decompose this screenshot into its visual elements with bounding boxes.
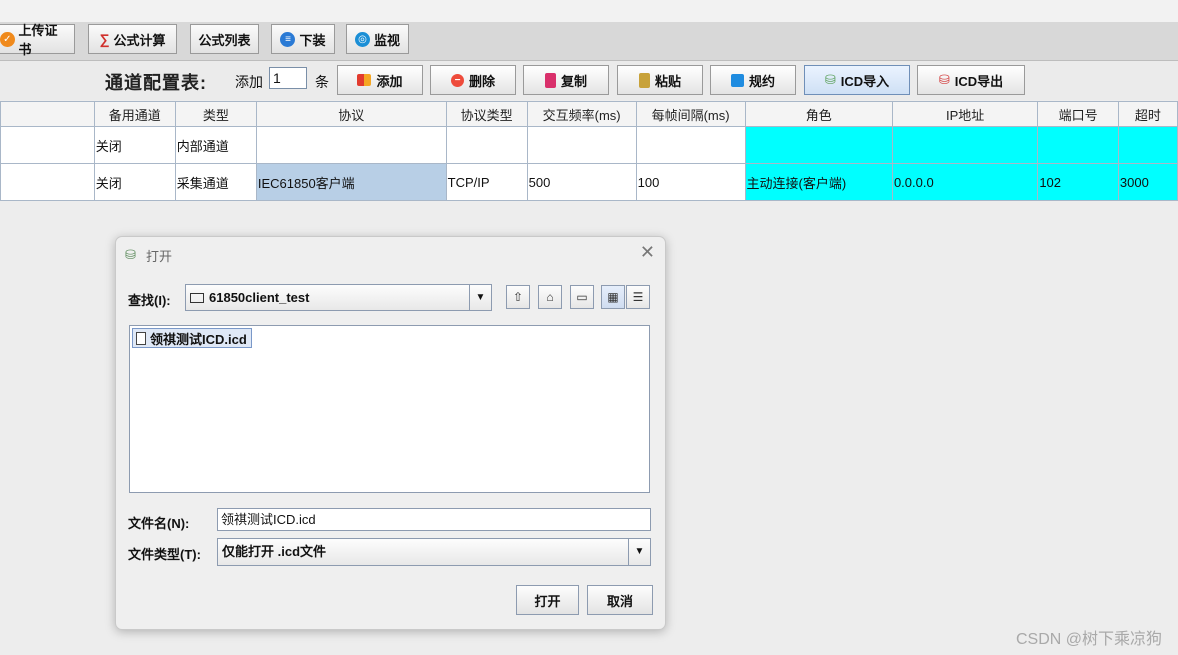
header-cell[interactable]: 角色 xyxy=(744,101,893,127)
channel-table: 备用通道 类型 协议 协议类型 交互频率(ms) 每帧间隔(ms) 角色 IP地… xyxy=(0,101,1178,201)
add-count-input[interactable]: 1 xyxy=(269,67,307,89)
up-folder-button[interactable]: ⇧ xyxy=(506,285,530,309)
table-cell[interactable]: 100 xyxy=(635,163,746,201)
folder-icon xyxy=(190,292,204,303)
cancel-button[interactable]: 取消 xyxy=(587,585,653,615)
channel-config-toolbar: 通道配置表: 添加 1 条 添加 − 删除 复制 粘贴 规约 ⛁ ICD导入 ⛁… xyxy=(0,61,1178,100)
table-cell[interactable] xyxy=(0,126,95,164)
table-cell[interactable]: 采集通道 xyxy=(174,163,257,201)
delete-icon: − xyxy=(450,73,464,87)
copy-button[interactable]: 复制 xyxy=(523,65,609,95)
table-row[interactable]: 关闭 内部通道 xyxy=(0,126,1178,164)
table-cell[interactable] xyxy=(445,126,528,164)
details-view-button[interactable]: ☰ xyxy=(626,285,650,309)
lookin-label: 查找(I): xyxy=(128,293,171,308)
file-icon xyxy=(136,331,146,345)
upload-icon: ✓ xyxy=(0,31,15,47)
monitor-icon: ◎ xyxy=(354,31,370,47)
main-toolbar: ✓ 上传证书 ∑ 公式计算 公式列表 ≡ 下装 ◎ 监视 xyxy=(0,22,1178,61)
window-top-strip xyxy=(0,0,1178,23)
filename-label: 文件名(N): xyxy=(128,516,190,531)
table-cell[interactable] xyxy=(891,126,1039,164)
table-cell[interactable]: 3000 xyxy=(1117,163,1178,201)
list-view-button[interactable]: ▦ xyxy=(601,285,625,309)
close-icon[interactable]: ✕ xyxy=(640,242,655,263)
home-button[interactable]: ⌂ xyxy=(538,285,562,309)
filename-input[interactable]: 领祺测试ICD.icd xyxy=(217,508,651,531)
home-icon: ⌂ xyxy=(546,290,554,304)
lookin-combobox[interactable]: 61850client_test ▼ xyxy=(185,284,492,311)
add-unit-label: 条 xyxy=(315,74,329,90)
up-folder-icon: ⇧ xyxy=(512,290,524,304)
dialog-app-icon: ⛁ xyxy=(125,247,136,262)
copy-icon xyxy=(544,72,556,88)
header-cell[interactable]: 备用通道 xyxy=(93,101,176,127)
table-cell-selected[interactable]: IEC61850客户端 xyxy=(255,163,447,201)
header-cell[interactable]: 每帧间隔(ms) xyxy=(635,101,746,127)
table-cell[interactable]: 主动连接(客户端) xyxy=(744,163,893,201)
formula-list-button[interactable]: 公式列表 xyxy=(190,24,259,54)
config-title: 通道配置表: xyxy=(105,73,207,93)
icd-import-button[interactable]: ⛁ ICD导入 xyxy=(804,65,910,95)
protocol-icon xyxy=(730,73,744,87)
delete-button[interactable]: − 删除 xyxy=(430,65,516,95)
sigma-icon: ∑ xyxy=(99,31,110,47)
chevron-down-icon[interactable]: ▼ xyxy=(469,285,491,310)
export-icon: ⛁ xyxy=(938,72,950,87)
table-cell[interactable] xyxy=(526,126,637,164)
details-view-icon: ☰ xyxy=(632,290,644,304)
protocol-button[interactable]: 规约 xyxy=(710,65,796,95)
paste-button[interactable]: 粘贴 xyxy=(617,65,703,95)
header-cell-blank xyxy=(0,101,95,127)
watermark: CSDN @树下乘凉狗 xyxy=(1015,631,1162,648)
monitor-button[interactable]: ◎ 监视 xyxy=(346,24,409,54)
list-view-icon: ▦ xyxy=(607,290,619,304)
table-cell[interactable] xyxy=(1117,126,1178,164)
header-cell[interactable]: 类型 xyxy=(174,101,257,127)
download-button[interactable]: ≡ 下装 xyxy=(271,24,335,54)
chevron-down-icon[interactable]: ▼ xyxy=(628,539,650,565)
table-cell[interactable] xyxy=(1037,126,1119,164)
table-cell[interactable]: 关闭 xyxy=(93,163,176,201)
table-cell[interactable]: 102 xyxy=(1037,163,1119,201)
header-cell[interactable]: IP地址 xyxy=(891,101,1039,127)
table-cell[interactable]: 内部通道 xyxy=(174,126,257,164)
filetype-label: 文件类型(T): xyxy=(128,547,201,562)
filetype-combobox[interactable]: 仅能打开 .icd文件 ▼ xyxy=(217,538,651,566)
list-item[interactable]: 领祺测试ICD.icd xyxy=(132,328,252,348)
table-cell[interactable]: 关闭 xyxy=(93,126,176,164)
open-file-dialog: ⛁ 打开 ✕ 查找(I): 61850client_test ▼ ⇧ ⌂ ▭ ▦… xyxy=(115,236,666,630)
table-cell[interactable]: 0.0.0.0 xyxy=(891,163,1039,201)
table-row[interactable]: 关闭 采集通道 IEC61850客户端 TCP/IP 500 100 主动连接(… xyxy=(0,163,1178,201)
table-cell[interactable] xyxy=(0,163,95,201)
header-cell[interactable]: 协议 xyxy=(255,101,447,127)
header-cell[interactable]: 超时 xyxy=(1117,101,1178,127)
table-cell[interactable]: TCP/IP xyxy=(445,163,528,201)
icd-export-button[interactable]: ⛁ ICD导出 xyxy=(917,65,1025,95)
list-icon: ≡ xyxy=(280,31,296,47)
add-prefix-label: 添加 xyxy=(235,74,263,90)
import-icon: ⛁ xyxy=(824,72,836,87)
table-cell[interactable] xyxy=(635,126,746,164)
header-cell[interactable]: 协议类型 xyxy=(445,101,528,127)
open-button[interactable]: 打开 xyxy=(516,585,579,615)
table-cell[interactable]: 500 xyxy=(526,163,637,201)
lookin-folder: 61850client_test xyxy=(209,290,310,305)
table-cell[interactable] xyxy=(744,126,893,164)
header-cell[interactable]: 交互频率(ms) xyxy=(526,101,637,127)
header-cell[interactable]: 端口号 xyxy=(1037,101,1119,127)
paste-icon xyxy=(638,72,650,88)
new-folder-button[interactable]: ▭ xyxy=(570,285,594,309)
dialog-title: 打开 xyxy=(146,249,173,264)
table-cell[interactable] xyxy=(255,126,447,164)
new-folder-icon: ▭ xyxy=(576,290,588,304)
upload-cert-button[interactable]: ✓ 上传证书 xyxy=(0,23,75,57)
add-row-icon xyxy=(357,74,372,86)
table-header: 备用通道 类型 协议 协议类型 交互频率(ms) 每帧间隔(ms) 角色 IP地… xyxy=(0,101,1178,127)
file-list[interactable]: 领祺测试ICD.icd xyxy=(129,325,650,493)
add-button[interactable]: 添加 xyxy=(337,65,423,95)
formula-calc-button[interactable]: ∑ 公式计算 xyxy=(88,24,177,54)
